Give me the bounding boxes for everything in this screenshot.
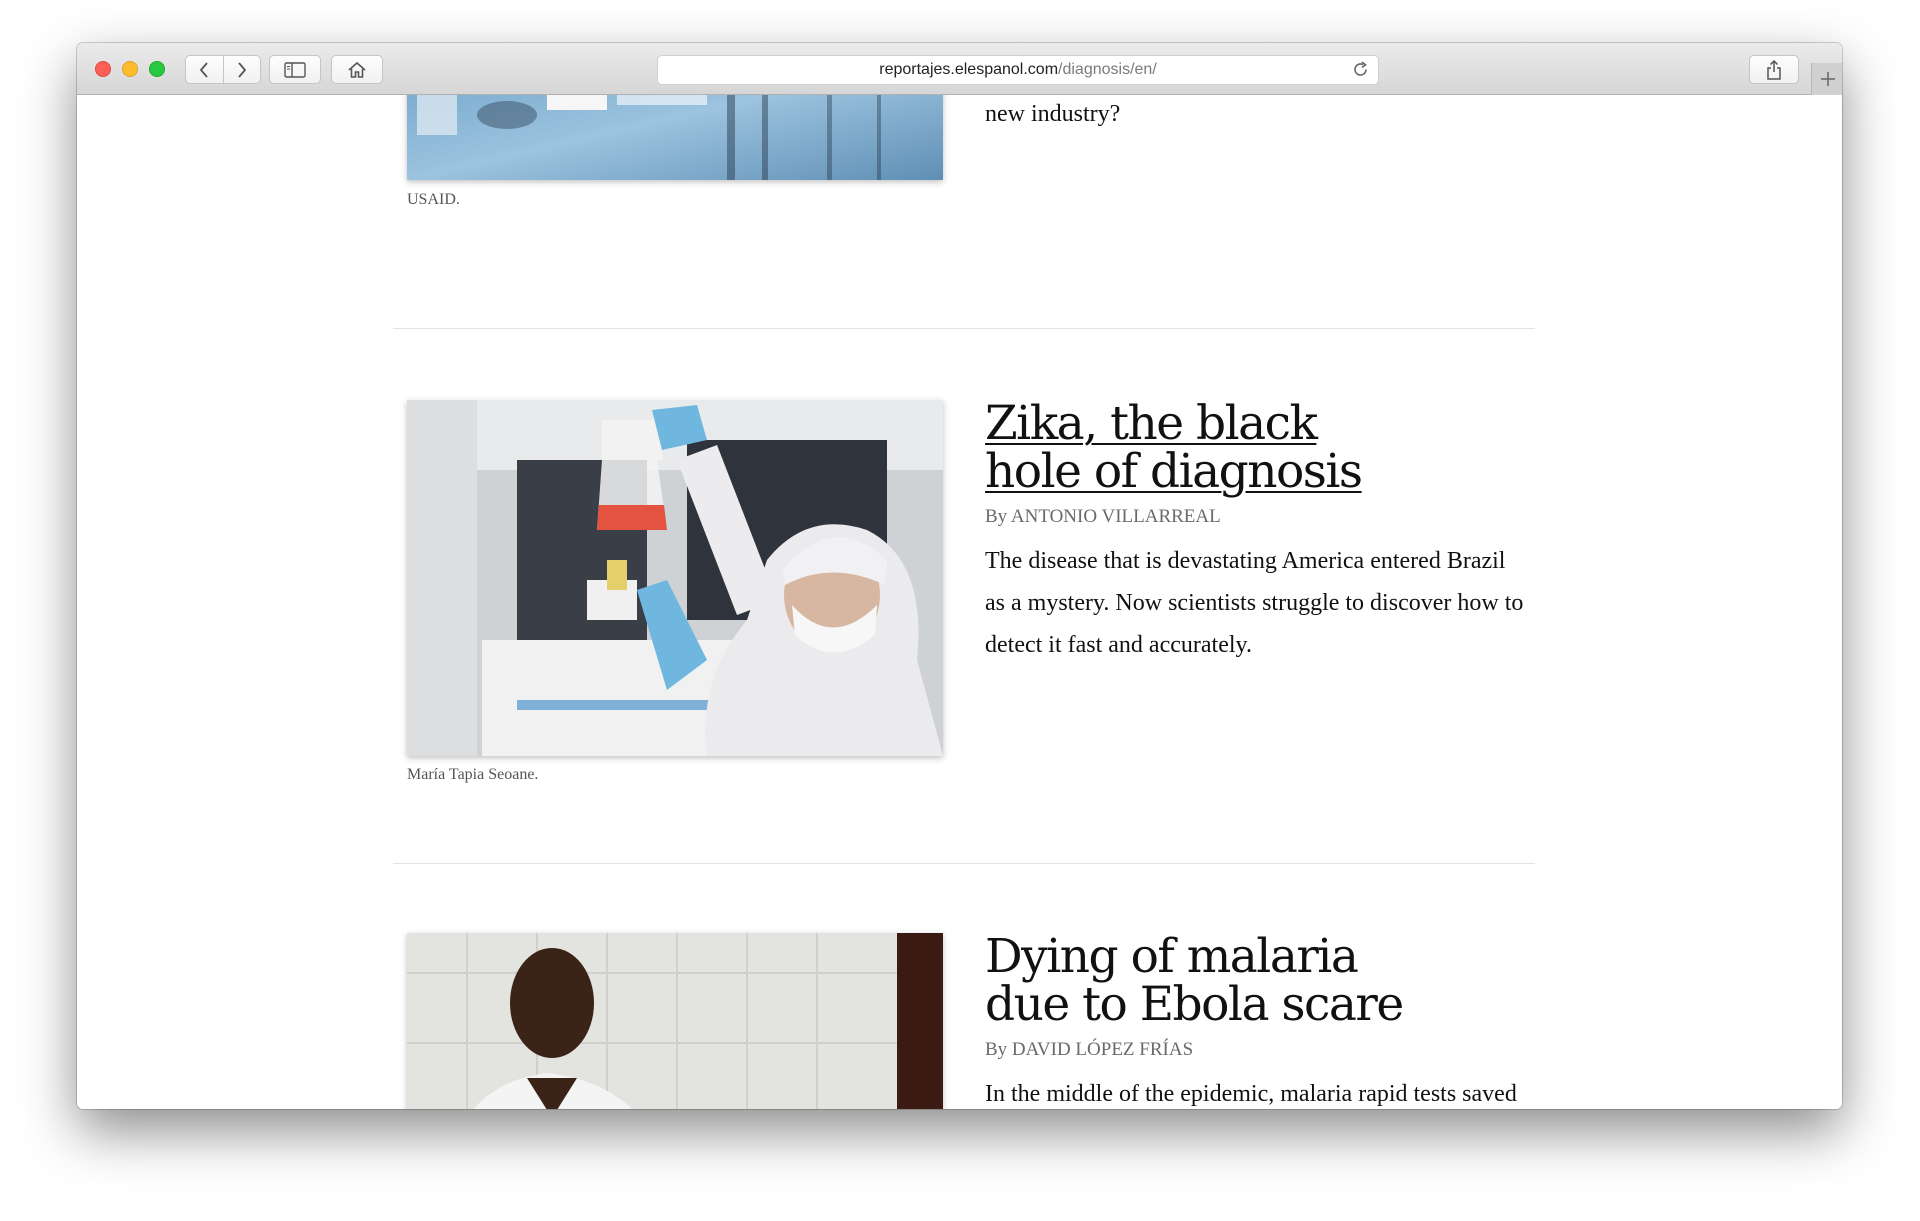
article-summary: new industry? bbox=[985, 101, 1121, 127]
back-button[interactable] bbox=[186, 56, 223, 83]
home-icon bbox=[348, 61, 366, 78]
page-content: USAID. new industry? María Tapia Seoane.… bbox=[77, 95, 1842, 1109]
image-caption: María Tapia Seoane. bbox=[407, 766, 539, 783]
plus-icon bbox=[1820, 72, 1835, 86]
chevron-left-icon bbox=[200, 61, 208, 78]
maximize-window-button[interactable] bbox=[149, 61, 165, 77]
article-text: Zika, the black hole of diagnosis By ANT… bbox=[985, 400, 1525, 666]
article-title-link[interactable]: Zika, the black hole of diagnosis bbox=[985, 400, 1525, 496]
forward-button[interactable] bbox=[222, 56, 261, 83]
close-window-button[interactable] bbox=[95, 61, 111, 77]
article-byline: By ANTONIO VILLARREAL bbox=[985, 506, 1221, 527]
article-image-zika[interactable] bbox=[407, 400, 943, 756]
article-title[interactable]: Dying of malaria due to Ebola scare bbox=[985, 933, 1525, 1029]
document-photo bbox=[407, 95, 943, 180]
new-tab-button[interactable] bbox=[1811, 63, 1842, 95]
share-icon bbox=[1767, 59, 1781, 80]
article-text: new industry? bbox=[985, 95, 1525, 135]
article-image-malaria[interactable] bbox=[407, 933, 943, 1109]
image-caption: USAID. bbox=[407, 191, 460, 208]
article-summary: The disease that is devastating America … bbox=[985, 548, 1524, 658]
navigation-buttons bbox=[185, 55, 261, 84]
share-button[interactable] bbox=[1749, 55, 1799, 84]
reload-icon[interactable] bbox=[1352, 61, 1370, 79]
title-line: hole of diagnosis bbox=[985, 444, 1363, 499]
doctor-photo bbox=[407, 933, 943, 1109]
title-line: Dying of malaria bbox=[985, 929, 1359, 984]
chevron-right-icon bbox=[238, 61, 246, 78]
url-domain: reportajes.elespanol.com bbox=[879, 61, 1059, 78]
article-byline: By DAVID LÓPEZ FRÍAS bbox=[985, 1039, 1194, 1060]
title-line: Zika, the black bbox=[985, 396, 1318, 451]
browser-toolbar: reportajes.elespanol.com/diagnosis/en/ bbox=[77, 43, 1842, 95]
article-text: Dying of malaria due to Ebola scare By D… bbox=[985, 933, 1525, 1109]
lab-photo bbox=[407, 400, 943, 756]
url-path: /diagnosis/en/ bbox=[1058, 61, 1157, 78]
divider bbox=[393, 863, 1535, 864]
browser-window: reportajes.elespanol.com/diagnosis/en/ U… bbox=[77, 43, 1842, 1109]
minimize-window-button[interactable] bbox=[122, 61, 138, 77]
divider bbox=[393, 328, 1535, 329]
home-button[interactable] bbox=[331, 55, 383, 84]
address-bar[interactable]: reportajes.elespanol.com/diagnosis/en/ bbox=[657, 55, 1379, 85]
sidebar-icon bbox=[284, 61, 306, 78]
article-image-usaid[interactable] bbox=[407, 95, 943, 180]
title-line: due to Ebola scare bbox=[985, 977, 1404, 1032]
sidebar-button[interactable] bbox=[269, 55, 321, 84]
article-summary: In the middle of the epidemic, malaria r… bbox=[985, 1081, 1517, 1107]
